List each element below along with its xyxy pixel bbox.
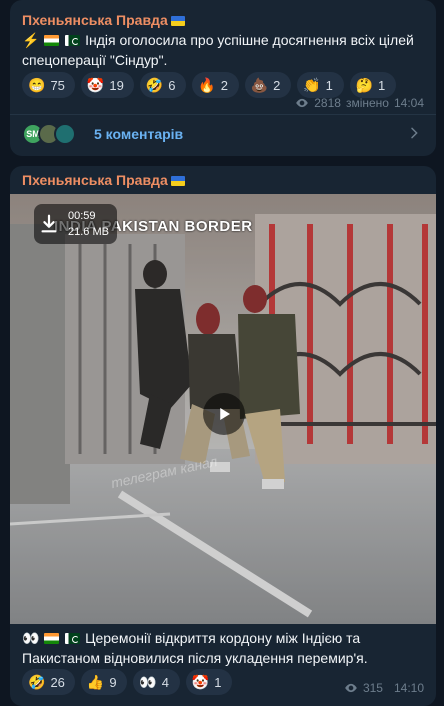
channel-name[interactable]: Пхеньянська Правда: [22, 172, 185, 188]
pakistan-flag-icon: [65, 35, 81, 46]
commenter-avatars: SM: [22, 123, 84, 145]
message-text: 👀 Церемонії відкриття кордону між Індією…: [22, 628, 424, 668]
reaction-count: 4: [161, 674, 170, 690]
reaction-rofl[interactable]: 🤣 26: [22, 669, 75, 695]
avatar: [54, 123, 76, 145]
eyes-icon: 👀: [139, 674, 157, 690]
ukraine-flag-icon: [170, 16, 185, 26]
edited-label: змінено: [345, 96, 389, 110]
reaction-thinking[interactable]: 🤔 1: [349, 72, 396, 98]
reaction-count: 1: [378, 77, 386, 93]
reaction-fire[interactable]: 🔥 2: [192, 72, 239, 98]
view-count: 315: [362, 681, 383, 695]
message-bubble: Пхеньянська Правда INDIA PAKISTAN BORDER…: [10, 166, 436, 706]
video-duration: 00:59: [68, 210, 96, 222]
video-size: 21.6 MB: [68, 226, 109, 238]
eye-icon: [296, 98, 309, 108]
clap-icon: 👏: [303, 77, 321, 93]
reaction-count: 6: [168, 77, 176, 93]
thinking-icon: 🤔: [355, 77, 373, 93]
pakistan-flag-icon: [65, 633, 81, 644]
reaction-count: 26: [50, 674, 65, 690]
reaction-clown[interactable]: 🤡 19: [80, 72, 134, 98]
view-count: 2818: [314, 96, 341, 110]
reaction-poop[interactable]: 💩 2: [244, 72, 292, 98]
india-flag-icon: [44, 633, 60, 644]
message-time: 14:10: [393, 681, 424, 695]
message-time: 14:04: [393, 96, 424, 110]
clown-icon: 🤡: [191, 674, 210, 690]
channel-name-text: Пхеньянська Правда: [22, 12, 168, 28]
chevron-right-icon: [411, 127, 418, 139]
reaction-count: 2: [220, 77, 228, 93]
reaction-count: 9: [109, 674, 117, 690]
message-meta: 315 14:10: [344, 681, 424, 695]
play-icon: [220, 408, 230, 420]
download-icon[interactable]: [38, 213, 60, 235]
reaction-clap[interactable]: 👏 1: [297, 72, 344, 98]
message-text: ⚡ Індія оголосила про успішне досягнення…: [22, 30, 424, 70]
message-bubble: Пхеньянська Правда ⚡ Індія оголосила про…: [10, 0, 436, 156]
eyes-icon: 👀: [22, 630, 40, 646]
reaction-count: 1: [325, 77, 333, 93]
thumbs-up-icon: 👍: [86, 674, 105, 690]
fire-icon: 🔥: [198, 77, 216, 93]
video-info-text: 00:59 21.6 MB: [68, 208, 109, 240]
reactions-bar: 🤣 26 👍 9 👀 4 🤡 1: [22, 669, 233, 695]
eye-icon: [345, 683, 357, 693]
comments-button[interactable]: SM 5 коментарів: [10, 114, 436, 153]
rofl-icon: 🤣: [28, 674, 46, 690]
channel-name-text: Пхеньянська Правда: [22, 172, 168, 188]
comments-label: 5 коментарів: [94, 126, 184, 142]
reaction-thumbs-up[interactable]: 👍 9: [80, 669, 128, 695]
clown-icon: 🤡: [86, 77, 105, 93]
reaction-count: 1: [214, 674, 222, 690]
reaction-count: 75: [50, 77, 65, 93]
video-info-badge: 00:59 21.6 MB: [34, 204, 117, 244]
ukraine-flag-icon: [170, 176, 185, 186]
reaction-clown[interactable]: 🤡 1: [185, 669, 233, 695]
video-player[interactable]: INDIA PAKISTAN BORDER телеграм канал 00:…: [10, 194, 436, 624]
reactions-bar: 😁 75 🤡 19 🤣 6 🔥 2 💩 2 👏 1 🤔 1: [22, 72, 396, 98]
reaction-grin[interactable]: 😁 75: [22, 72, 75, 98]
grin-icon: 😁: [28, 77, 46, 93]
play-button[interactable]: [203, 393, 245, 435]
reaction-count: 19: [109, 77, 124, 93]
channel-name[interactable]: Пхеньянська Правда: [22, 12, 185, 28]
reaction-count: 2: [273, 77, 281, 93]
lightning-icon: ⚡: [22, 32, 40, 48]
india-flag-icon: [44, 35, 60, 46]
rofl-icon: 🤣: [145, 77, 164, 93]
message-body: Індія оголосила про успішне досягнення в…: [22, 32, 414, 68]
message-meta: 2818 змінено 14:04: [295, 96, 424, 110]
reaction-eyes[interactable]: 👀 4: [133, 669, 180, 695]
poop-icon: 💩: [250, 77, 269, 93]
reaction-rofl[interactable]: 🤣 6: [139, 72, 187, 98]
